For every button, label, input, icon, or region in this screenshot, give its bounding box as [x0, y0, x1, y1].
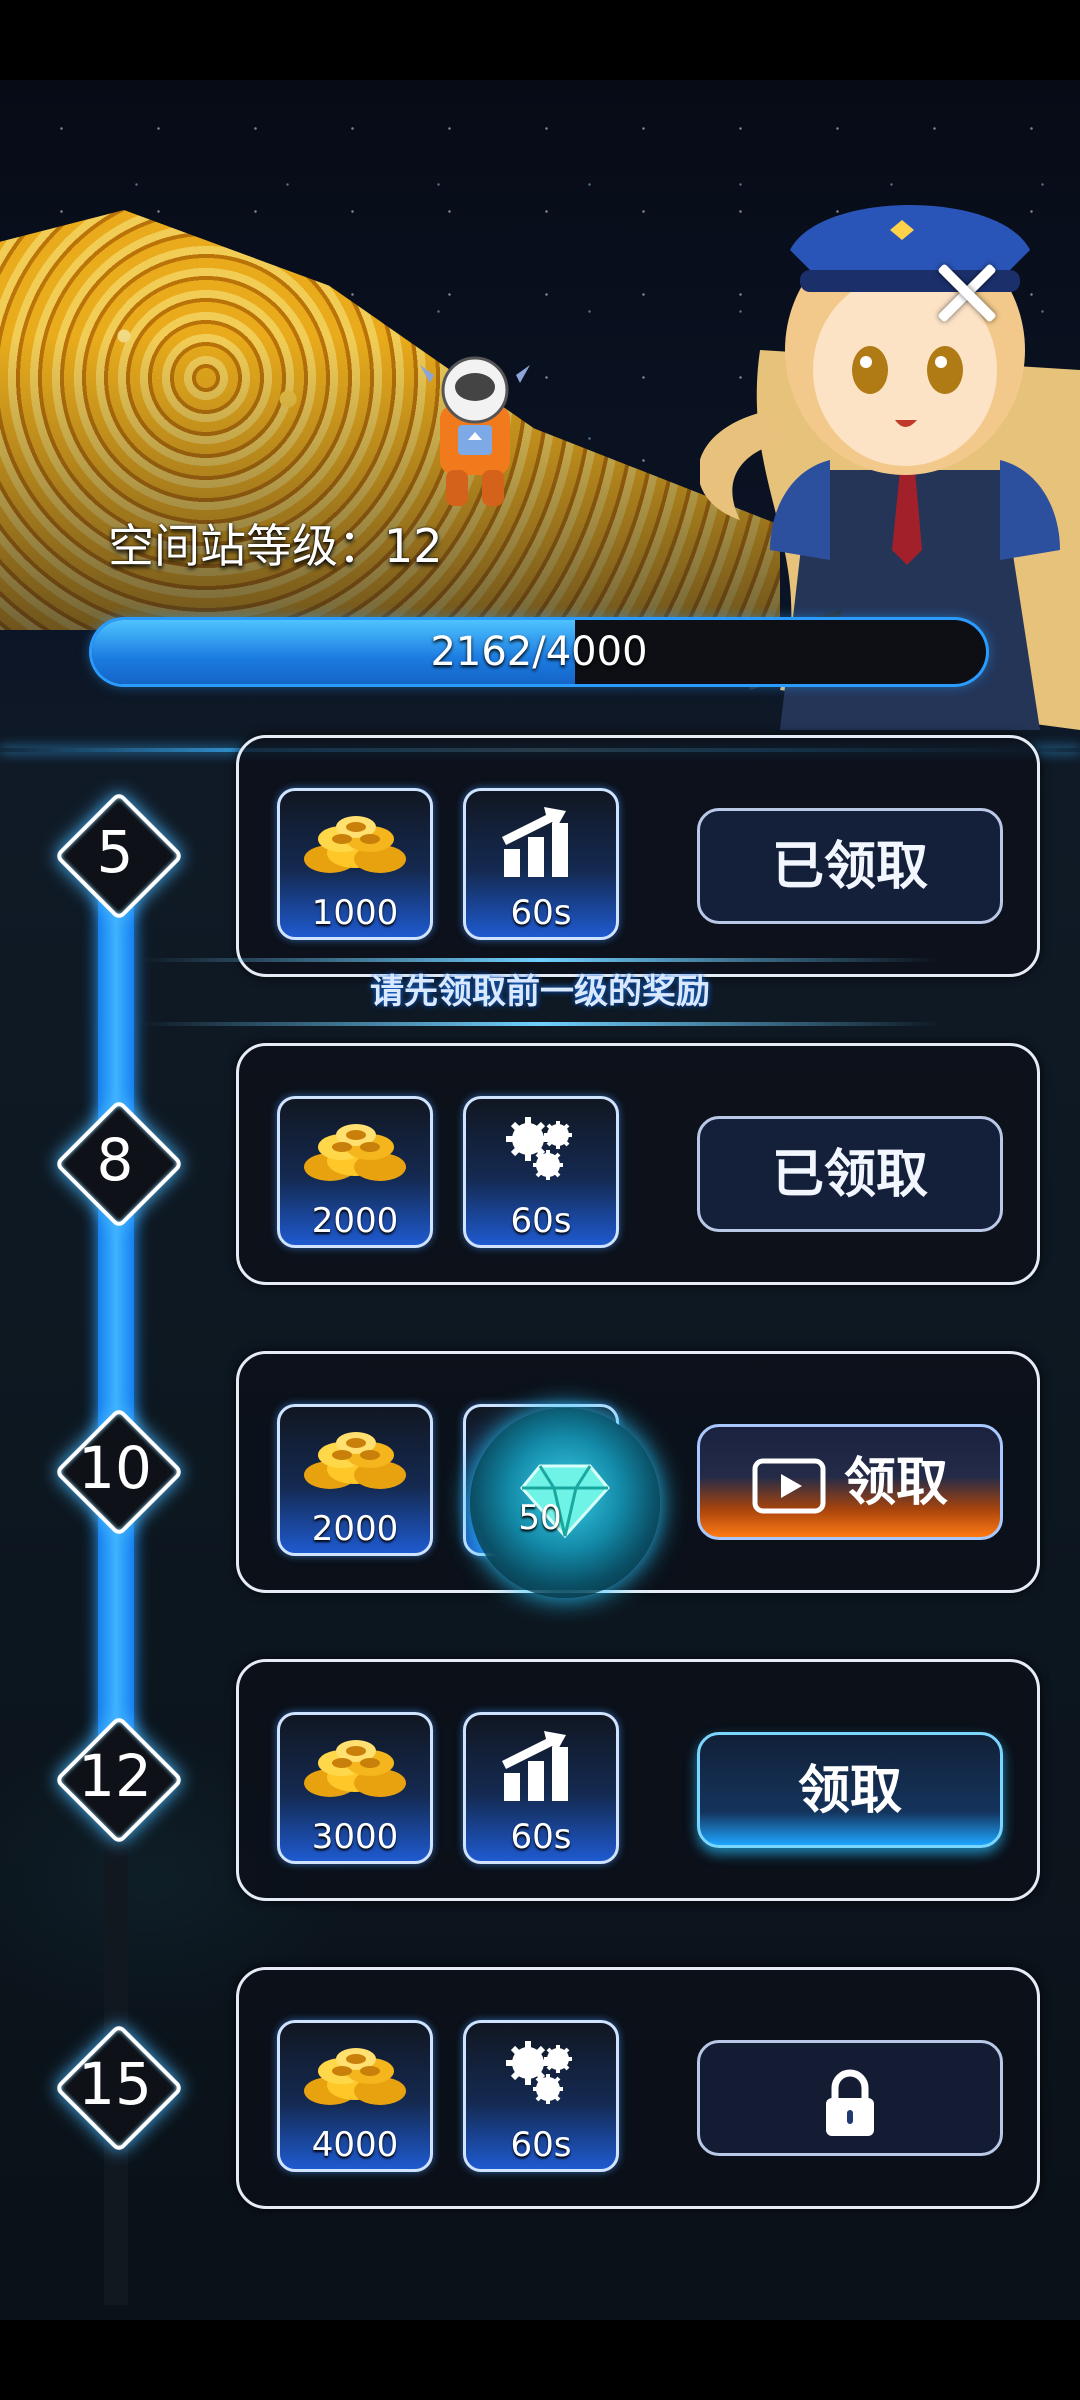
coin-reward-slot: 3000 [277, 1712, 433, 1864]
reward-card-level-12: 3000 60s 领取 [236, 1659, 1040, 1901]
gem-amount: 50 [518, 1498, 562, 1538]
coin-reward-slot: 4000 [277, 2020, 433, 2172]
navigation-bar [0, 2320, 1080, 2400]
reward-card-level-5: 1000 60s 已领取 [236, 735, 1040, 977]
coin-amount: 3000 [311, 1817, 399, 1857]
bonus-reward-slot: 60s [463, 1096, 619, 1248]
bonus-reward-slot: 60s [463, 788, 619, 940]
level-number: 12 [78, 1742, 152, 1810]
progress-text: 2162/4000 [430, 629, 648, 675]
coin-amount: 2000 [311, 1509, 399, 1549]
bonus-reward-slot: 60s [463, 1712, 619, 1864]
coin-reward-slot: 1000 [277, 788, 433, 940]
notice-banner: 请先领取前一级的奖励 [0, 958, 1080, 1028]
level-progress-bar: 2162/4000 [92, 620, 986, 684]
locked-button[interactable] [697, 2040, 1003, 2156]
bonus-amount: 60s [510, 1201, 572, 1241]
level-number: 10 [78, 1434, 152, 1502]
claimed-button[interactable]: 已领取 [697, 808, 1003, 924]
close-button[interactable] [920, 248, 1010, 338]
notice-text: 请先领取前一级的奖励 [370, 972, 710, 1012]
status-bar [0, 0, 1080, 80]
level-number: 15 [78, 2050, 152, 2118]
level-marker-15: 15 [50, 2019, 185, 2154]
reward-card-level-15: 4000 60s [236, 1967, 1040, 2209]
level-marker-10: 10 [50, 1403, 185, 1538]
level-number: 8 [96, 1126, 134, 1194]
watch-ad-claim-button[interactable]: 领取 [697, 1424, 1003, 1540]
station-level-label: 空间站等级：12 [108, 519, 443, 573]
bonus-amount: 60s [510, 2125, 572, 2165]
claim-button[interactable]: 领取 [697, 1732, 1003, 1848]
bonus-amount: 60s [510, 893, 572, 933]
reward-card-level-8: 2000 60s 已领取 [236, 1043, 1040, 1285]
lock-icon [820, 2065, 880, 2177]
level-marker-12: 12 [50, 1711, 185, 1846]
bonus-amount: 60s [510, 1817, 572, 1857]
claimed-button[interactable]: 已领取 [697, 1116, 1003, 1232]
coin-amount: 2000 [311, 1201, 399, 1241]
coin-reward-slot: 2000 [277, 1096, 433, 1248]
coin-amount: 4000 [311, 2125, 399, 2165]
coin-amount: 1000 [311, 893, 399, 933]
bonus-reward-slot: 60s [463, 2020, 619, 2172]
level-marker-8: 8 [50, 1095, 185, 1230]
video-play-icon [752, 1453, 844, 1514]
coin-reward-slot: 2000 [277, 1404, 433, 1556]
claim-label: 领取 [843, 1453, 948, 1513]
astronaut-image [420, 356, 530, 506]
level-number: 5 [96, 818, 134, 886]
level-marker-5: 5 [50, 787, 185, 922]
